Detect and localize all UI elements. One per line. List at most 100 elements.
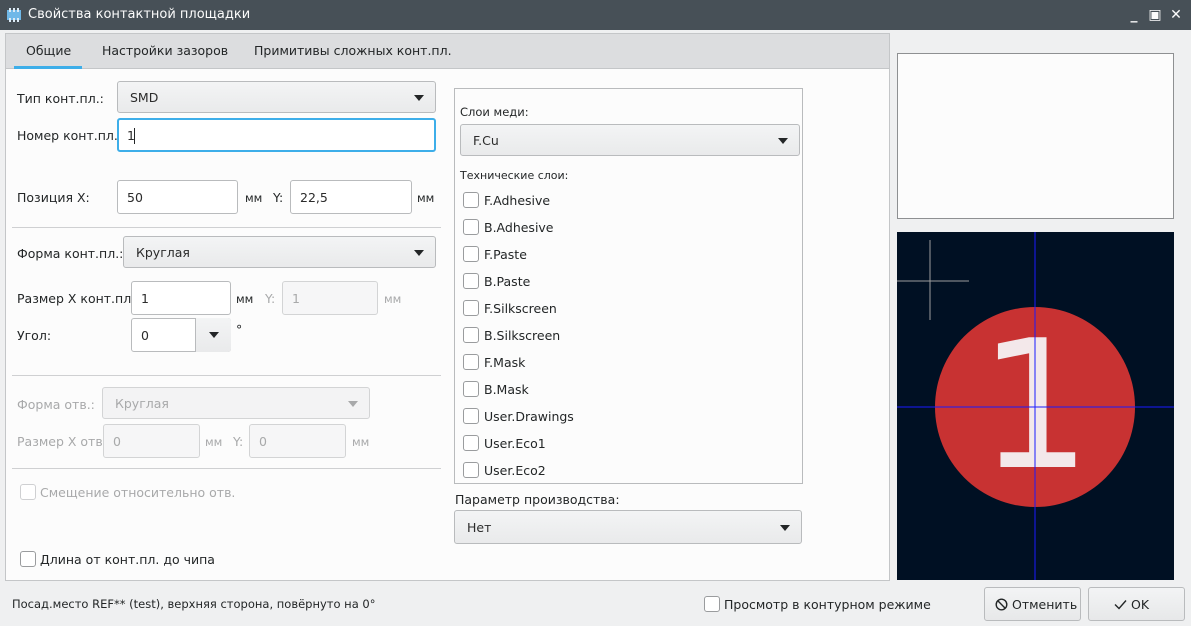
angle-combo[interactable]: 0 — [131, 318, 231, 352]
drill-shape-value: Круглая — [115, 396, 169, 411]
size-y-value: 1 — [292, 291, 300, 306]
chevron-down-icon — [414, 250, 424, 256]
close-icon[interactable]: ✕ — [1167, 6, 1185, 24]
angle-dropdown-button[interactable] — [195, 318, 231, 352]
chevron-down-icon — [778, 138, 788, 144]
text-cursor — [134, 128, 135, 144]
layer-label: B.Silkscreen — [484, 328, 561, 343]
layer-checkbox[interactable] — [463, 435, 479, 451]
pad-shape-label: Форма конт.пл.: — [17, 246, 124, 261]
layer-checkbox[interactable] — [463, 192, 479, 208]
ok-label: OK — [1131, 597, 1150, 612]
pos-y-unit: мм — [417, 191, 435, 205]
offset-label: Смещение относительно отв. — [40, 485, 236, 500]
layer-checkbox[interactable] — [463, 354, 479, 370]
tab-custom-primitives[interactable]: Примитивы сложных конт.пл. — [254, 43, 452, 58]
tab-general[interactable]: Общие — [26, 43, 71, 58]
status-text: Посад.место REF** (test), верхняя сторон… — [12, 597, 376, 611]
drill-shape-select[interactable]: Круглая — [102, 387, 370, 419]
separator — [12, 375, 441, 376]
drill-size-x-label: Размер X отв.: — [17, 434, 111, 449]
title-bar: Свойства контактной площадки _ ▣ ✕ — [0, 0, 1191, 30]
drill-size-x-input[interactable]: 0 — [103, 424, 200, 458]
active-tab-indicator — [14, 66, 82, 69]
layer-label: F.Mask — [484, 355, 526, 370]
fabrication-label: Параметр производства: — [455, 492, 620, 507]
pos-x-label: Позиция X: — [17, 190, 90, 205]
layer-checkbox[interactable] — [463, 219, 479, 235]
pos-x-value: 50 — [127, 190, 143, 205]
die-length-label: Длина от конт.пл. до чипа — [40, 552, 215, 567]
size-x-label: Размер X конт.пл.: — [17, 291, 140, 306]
layer-label: User.Eco2 — [484, 463, 546, 478]
pad-preview-drawing: 1 — [897, 232, 1174, 580]
size-y-unit: мм — [384, 292, 402, 306]
drill-size-y-label: Y: — [233, 434, 244, 449]
chevron-down-icon — [209, 332, 219, 338]
chevron-down-icon — [348, 401, 358, 407]
layer-label: F.Adhesive — [484, 193, 551, 208]
pos-x-input[interactable]: 50 — [117, 180, 238, 214]
layer-checkbox[interactable] — [463, 327, 479, 343]
copper-layers-select[interactable]: F.Cu — [460, 124, 800, 156]
layer-label: User.Eco1 — [484, 436, 546, 451]
window-title: Свойства контактной площадки — [28, 7, 251, 22]
app-icon — [7, 8, 21, 22]
separator — [12, 227, 441, 228]
drill-shape-label: Форма отв.: — [17, 397, 95, 412]
layer-checkbox[interactable] — [463, 273, 479, 289]
chevron-down-icon — [780, 525, 790, 531]
layer-label: B.Paste — [484, 274, 531, 289]
drill-size-x-unit: мм — [205, 435, 223, 449]
layer-label: B.Adhesive — [484, 220, 554, 235]
tab-clearance[interactable]: Настройки зазоров — [102, 43, 228, 58]
drill-size-y-input[interactable]: 0 — [249, 424, 346, 458]
copper-layers-value: F.Cu — [473, 133, 499, 148]
pad-shape-select[interactable]: Круглая — [123, 236, 436, 268]
pad-number-label: Номер конт.пл.: — [17, 128, 123, 143]
minimize-icon[interactable]: _ — [1125, 6, 1143, 24]
preview-top-panel — [897, 53, 1174, 219]
angle-value: 0 — [141, 328, 149, 343]
layer-label: User.Drawings — [484, 409, 574, 424]
layer-checkbox[interactable] — [463, 462, 479, 478]
layer-checkbox[interactable] — [463, 408, 479, 424]
cancel-icon — [995, 598, 1008, 611]
outline-mode-label: Просмотр в контурном режиме — [724, 597, 931, 612]
size-x-input[interactable]: 1 — [131, 281, 231, 315]
angle-label: Угол: — [17, 328, 52, 343]
pad-preview-canvas[interactable]: 1 — [897, 232, 1174, 580]
pos-y-value: 22,5 — [300, 190, 328, 205]
technical-layers-label: Технические слои: — [460, 169, 569, 182]
cancel-label: Отменить — [1012, 597, 1078, 612]
separator — [12, 468, 441, 469]
ok-button[interactable]: OK — [1088, 587, 1185, 621]
pad-shape-value: Круглая — [136, 245, 190, 260]
drill-size-x-value: 0 — [113, 434, 121, 449]
maximize-icon[interactable]: ▣ — [1146, 6, 1164, 24]
pad-type-select[interactable]: SMD — [117, 81, 436, 113]
copper-layers-label: Слои меди: — [460, 105, 529, 119]
pos-y-label: Y: — [273, 190, 284, 205]
size-y-input[interactable]: 1 — [282, 281, 378, 315]
offset-checkbox[interactable] — [20, 484, 36, 500]
outline-mode-checkbox[interactable] — [704, 596, 720, 612]
size-x-value: 1 — [141, 291, 149, 306]
check-icon — [1114, 600, 1127, 610]
cancel-button[interactable]: Отменить — [984, 587, 1081, 621]
pad-number-input[interactable]: 1 — [117, 118, 436, 152]
die-length-checkbox[interactable] — [20, 551, 36, 567]
layer-checkbox[interactable] — [463, 300, 479, 316]
fabrication-select[interactable]: Нет — [454, 510, 802, 544]
drill-size-y-unit: мм — [352, 435, 370, 449]
pad-type-value: SMD — [130, 90, 159, 105]
layers-group: Слои меди: F.Cu Технические слои: F.Adhe… — [454, 88, 803, 484]
pos-y-input[interactable]: 22,5 — [290, 180, 412, 214]
layer-checkbox[interactable] — [463, 246, 479, 262]
layer-label: B.Mask — [484, 382, 529, 397]
layer-checkbox[interactable] — [463, 381, 479, 397]
size-x-unit: мм — [236, 292, 254, 306]
pad-type-label: Тип конт.пл.: — [17, 91, 104, 106]
layer-label: F.Paste — [484, 247, 527, 262]
angle-unit: ° — [236, 322, 243, 337]
